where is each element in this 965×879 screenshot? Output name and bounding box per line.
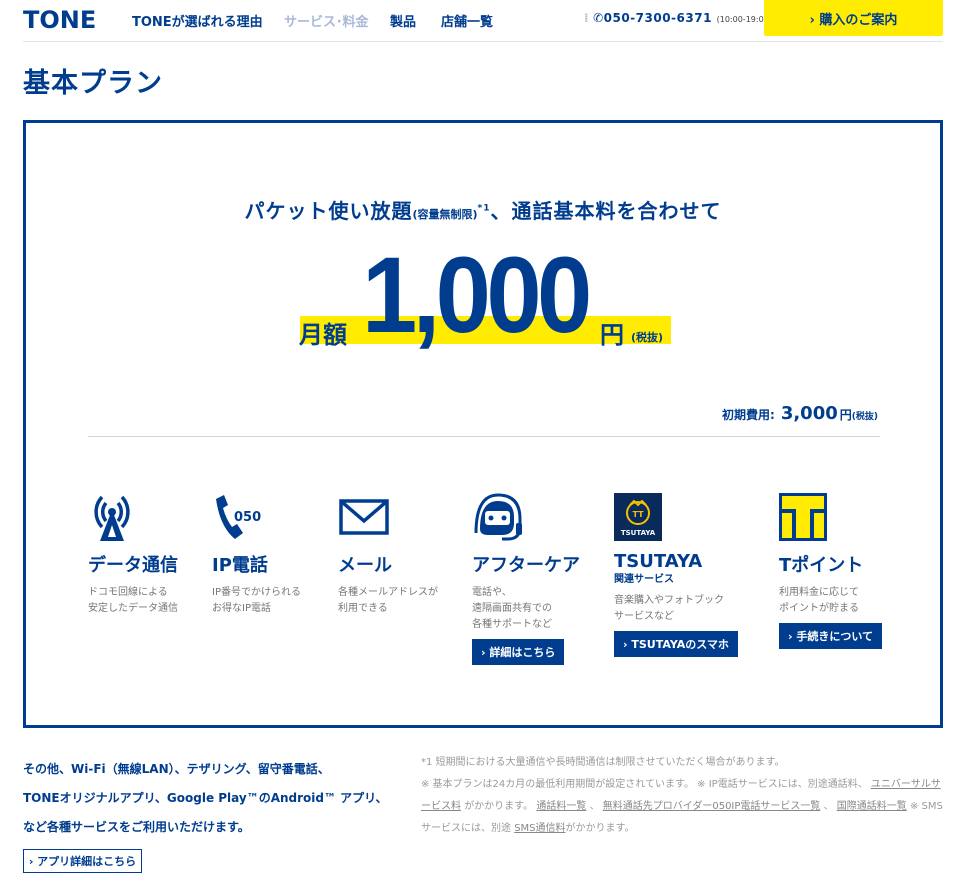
other-services-line: など各種サービスをご利用いただけます。: [23, 820, 250, 834]
mail-icon: [339, 499, 389, 535]
page-title: 基本プラン: [23, 68, 163, 99]
ip-phone-icon: 050: [216, 495, 261, 539]
headline-paren: (容量無制限): [412, 208, 478, 221]
feature-title: アフターケア: [472, 555, 580, 576]
nav-products[interactable]: 製品: [390, 11, 416, 30]
feature-desc: 電話や、 遠隔画面共有での 各種サポートなど: [472, 587, 552, 630]
feature-title: TSUTAYA: [614, 551, 703, 572]
footnotes: *1 短期間における大量通信や長時間通信は制限させていただく場合があります。 ※…: [421, 752, 946, 840]
call-rates-link[interactable]: 通話料一覧: [536, 801, 586, 812]
headline-main: パケット使い放題: [244, 199, 413, 223]
app-details-button[interactable]: › アプリ詳細はこちら: [23, 849, 142, 873]
tsutaya-logo-icon: TT TSUTAYA: [614, 493, 662, 541]
feature-desc: ドコモ回線による 安定したデータ通信: [88, 587, 178, 614]
svg-text:050: 050: [234, 510, 261, 525]
feature-title: データ通信: [88, 555, 178, 576]
after-care-details-button[interactable]: › 詳細はこちら: [472, 639, 565, 665]
international-rates-link[interactable]: 国際通話料一覧: [837, 801, 907, 812]
footnote-1: *1 短期間における大量通信や長時間通信は制限させていただく場合があります。: [421, 757, 785, 768]
support-icon: [474, 493, 522, 541]
feature-title: メール: [338, 555, 392, 576]
feature-desc: IP番号でかけられる お得なIP電話: [212, 587, 301, 614]
feature-title: Tポイント: [779, 555, 864, 576]
free-call-providers-link[interactable]: 無料通話先プロバイダー050IP電話サービス一覧: [603, 801, 821, 812]
tpoint-logo-icon: [779, 493, 827, 541]
header-divider: [23, 41, 943, 42]
headline-rest: 、通話基本料を合わせて: [490, 199, 722, 223]
tpoint-procedure-button[interactable]: › 手続きについて: [779, 623, 883, 649]
nav-stores[interactable]: 店舗一覧: [441, 11, 493, 30]
nav-why-tone[interactable]: TONEが選ばれる理由: [132, 11, 263, 30]
price-tax-note: (税抜): [631, 331, 664, 344]
initial-fee-unit: 円: [839, 408, 852, 422]
plan-headline: パケット使い放題(容量無制限)*1、通話基本料を合わせて: [26, 195, 940, 224]
tsutaya-smartphone-button[interactable]: › TSUTAYAのスマホ: [614, 631, 738, 657]
plan-divider: [88, 436, 880, 437]
other-services-text: その他、Wi-Fi（無線LAN）、テザリング、留守番電話、 TONEオリジナルア…: [23, 755, 387, 842]
antenna-icon: [94, 495, 130, 541]
feature-tsutaya: TT TSUTAYA TSUTAYA 関連サービス 音楽購入やフォトブック サービ…: [614, 493, 738, 657]
initial-fee-amount: 3,000: [780, 403, 838, 424]
phone-number: 050-7300-6371: [603, 11, 712, 25]
tone-logo[interactable]: TONE: [23, 6, 96, 34]
footnote-2: ※ 基本プランは24カ月の最低利用期間が設定されています。 ※ IP電話サービス…: [421, 779, 943, 834]
sms-fee-link[interactable]: SMS通信料: [514, 823, 565, 834]
basic-plan-box: パケット使い放題(容量無制限)*1、通話基本料を合わせて 月額 1,000 円 …: [23, 120, 943, 728]
price-unit: 円: [600, 321, 624, 349]
initial-fee-tax: (税抜): [851, 412, 878, 422]
feature-desc: 各種メールアドレスが 利用できる: [338, 587, 438, 614]
feature-subtitle: 関連サービス: [614, 574, 674, 585]
svg-text:TSUTAYA: TSUTAYA: [621, 529, 656, 537]
feature-mail: メール 各種メールアドレスが 利用できる: [338, 493, 438, 617]
feature-ip-phone: 050 IP電話 IP番号でかけられる お得なIP電話: [212, 493, 301, 617]
other-services-line: TONEオリジナルアプリ、Google Play™のAndroid™ アプリ、: [23, 791, 388, 805]
price-prefix: 月額: [299, 321, 347, 349]
feature-desc: 利用料金に応じて ポイントが貯まる: [779, 587, 859, 614]
other-services-line: その他、Wi-Fi（無線LAN）、テザリング、留守番電話、: [23, 762, 330, 776]
phone-contact[interactable]: ⁞ ✆050-7300-6371 (10:00-19:00): [584, 11, 772, 25]
headline-note: *1: [477, 203, 491, 214]
initial-fee: 初期費用: 3,000 円(税抜): [722, 403, 878, 424]
feature-title: IP電話: [212, 555, 268, 576]
purchase-guide-button[interactable]: › 購入のご案内: [764, 0, 943, 36]
feature-data: データ通信 ドコモ回線による 安定したデータ通信: [88, 493, 178, 617]
monthly-price: 1,000: [362, 234, 592, 355]
feature-desc: 音楽購入やフォトブック サービスなど: [614, 595, 724, 622]
feature-after-care: アフターケア 電話や、 遠隔画面共有での 各種サポートなど › 詳細はこちら: [472, 493, 580, 665]
feature-tpoint: Tポイント 利用料金に応じて ポイントが貯まる › 手続きについて: [779, 493, 883, 649]
nav-services-pricing[interactable]: サービス･料金: [284, 11, 369, 30]
svg-text:TT: TT: [632, 510, 644, 519]
phone-separator: ⁞: [584, 11, 590, 25]
phone-icon: ✆: [593, 11, 604, 25]
initial-fee-label: 初期費用:: [722, 408, 775, 422]
